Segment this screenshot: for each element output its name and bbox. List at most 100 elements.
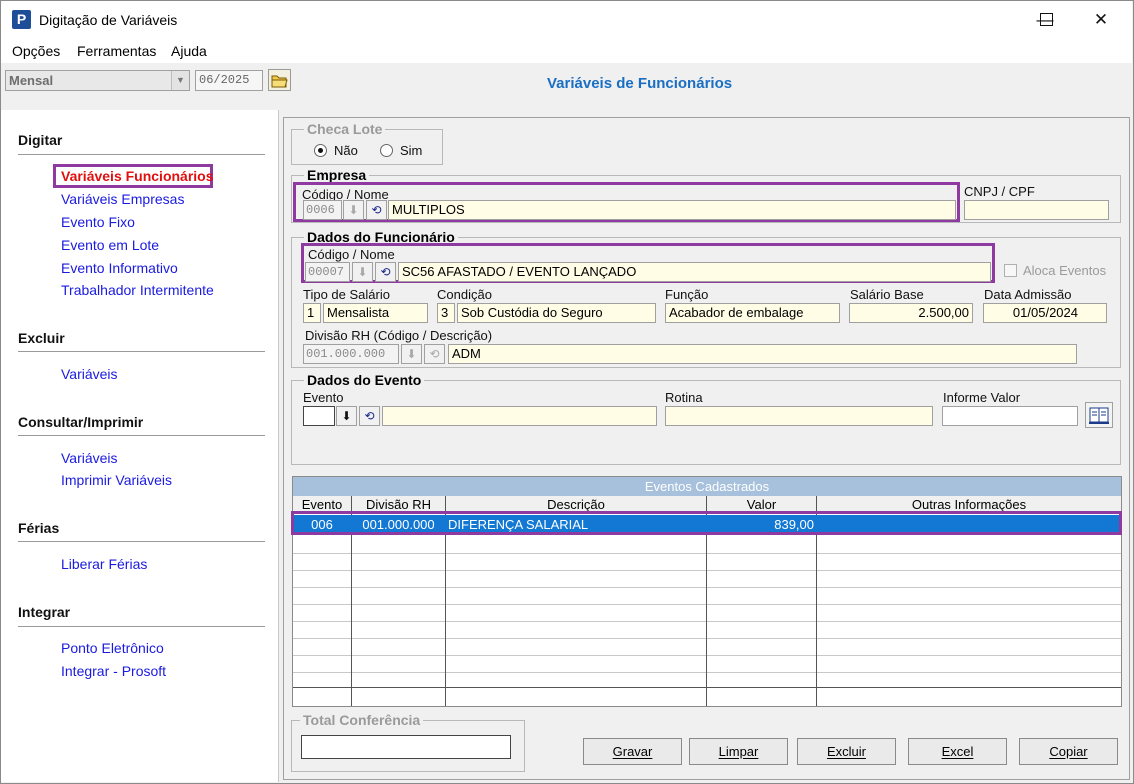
grid-row-line (293, 672, 1121, 673)
evento-desc-field[interactable] (382, 406, 657, 426)
funcao-label: Função (665, 287, 709, 302)
highlight-frame (291, 511, 1122, 535)
aloca-eventos-label: Aloca Eventos (1023, 263, 1107, 278)
sidebar-heading-digitar: Digitar (18, 132, 63, 148)
funcionario-name-field[interactable]: SC56 AFASTADO / EVENTO LANÇADO (398, 262, 991, 282)
sidebar-item-trabalhador-intermitente[interactable]: Trabalhador Intermitente (61, 282, 214, 298)
total-legend: Total Conferência (300, 712, 424, 728)
empresa-legend: Empresa (304, 167, 370, 183)
grid-row-line (293, 621, 1121, 622)
undo-icon[interactable]: ⟲ (424, 344, 445, 364)
sidebar-heading-excluir: Excluir (18, 330, 65, 346)
condicao-code[interactable]: 3 (437, 303, 455, 323)
download-icon[interactable]: ⬇ (343, 200, 364, 220)
download-icon[interactable]: ⬇ (401, 344, 422, 364)
grid-row-line (293, 587, 1121, 588)
divisao-label: Divisão RH (Código / Descrição) (305, 328, 493, 343)
chevron-down-icon[interactable]: ▼ (171, 71, 189, 90)
sidebar-item-evento-informativo[interactable]: Evento Informativo (61, 260, 178, 276)
menu-opcoes[interactable]: Opções (12, 43, 60, 59)
period-type-value: Mensal (9, 73, 54, 88)
radio-selected-dot (318, 148, 323, 153)
period-type-select[interactable]: Mensal ▼ (5, 70, 190, 91)
data-admissao-field[interactable]: 01/05/2024 (983, 303, 1107, 323)
cnpj-label: CNPJ / CPF (964, 184, 1035, 199)
grid-row-line (293, 570, 1121, 571)
evento-label: Evento (303, 390, 344, 405)
excel-button[interactable]: Excel (908, 738, 1007, 765)
informe-valor-input[interactable] (942, 406, 1078, 426)
grid-row-line (293, 553, 1121, 554)
sidebar-heading-consultar: Consultar/Imprimir (18, 414, 144, 430)
funcao-field[interactable]: Acabador de embalage (665, 303, 840, 323)
radio-nao-label: Não (334, 143, 358, 158)
undo-icon[interactable]: ⟲ (359, 406, 380, 426)
book-icon (1089, 407, 1109, 424)
open-book-button[interactable] (1085, 402, 1113, 428)
sidebar-item-liberar-ferias[interactable]: Liberar Férias (61, 556, 147, 572)
condicao-label: Condição (437, 287, 492, 302)
download-icon[interactable]: ⬇ (336, 406, 357, 426)
condicao-field[interactable]: Sob Custódia do Seguro (457, 303, 656, 323)
radio-sim-label: Sim (400, 143, 423, 158)
evento-code-input[interactable] (303, 406, 335, 426)
gravar-button[interactable]: Gravar (583, 738, 682, 765)
rotina-label: Rotina (665, 390, 703, 405)
divider (18, 435, 265, 436)
sidebar-item-variaveis-funcionarios[interactable]: Variáveis Funcionários (61, 168, 214, 184)
grid-col-line (706, 514, 707, 706)
cnpj-field[interactable] (964, 200, 1109, 220)
empresa-code-input[interactable]: 0006 (303, 200, 342, 220)
grid-row-line (293, 604, 1121, 605)
sidebar-item-variaveis-empresas[interactable]: Variáveis Empresas (61, 191, 184, 207)
tipo-salario-code[interactable]: 1 (303, 303, 321, 323)
menu-ajuda[interactable]: Ajuda (171, 43, 207, 59)
excluir-button[interactable]: Excluir (797, 738, 896, 765)
salario-base-field[interactable]: 2.500,00 (849, 303, 973, 323)
maximize-button[interactable] (1040, 13, 1053, 26)
divisao-field[interactable]: ADM (448, 344, 1077, 364)
divider (18, 351, 265, 352)
copiar-button[interactable]: Copiar (1019, 738, 1118, 765)
radio-nao[interactable] (314, 144, 327, 157)
sidebar-item-imprimir-variaveis[interactable]: Imprimir Variáveis (61, 472, 172, 488)
grid-row-line (293, 655, 1121, 656)
informe-valor-label: Informe Valor (943, 390, 1021, 405)
period-input[interactable]: 06/2025 (195, 70, 263, 91)
evento-legend: Dados do Evento (304, 372, 425, 388)
sidebar-item-evento-em-lote[interactable]: Evento em Lote (61, 237, 159, 253)
grid-row-line (293, 687, 1121, 688)
sidebar-item-excluir-variaveis[interactable]: Variáveis (61, 366, 118, 382)
sidebar-item-ponto-eletronico[interactable]: Ponto Eletrônico (61, 640, 164, 656)
sidebar-item-evento-fixo[interactable]: Evento Fixo (61, 214, 135, 230)
undo-icon[interactable]: ⟲ (366, 200, 387, 220)
divider (18, 541, 265, 542)
data-admissao-label: Data Admissão (984, 287, 1072, 302)
tipo-salario-field[interactable]: Mensalista (323, 303, 428, 323)
divisao-code-input[interactable]: 001.000.000 (303, 344, 399, 364)
folder-icon (271, 75, 288, 88)
rotina-field[interactable] (665, 406, 933, 426)
sidebar-heading-integrar: Integrar (18, 604, 71, 620)
window-title: Digitação de Variáveis (39, 12, 178, 28)
sidebar (1, 110, 279, 782)
funcionario-code-input[interactable]: 00007 (305, 262, 350, 282)
grid-col-line (445, 514, 446, 706)
sidebar-item-consultar-variaveis[interactable]: Variáveis (61, 450, 118, 466)
menu-ferramentas[interactable]: Ferramentas (77, 43, 156, 59)
page-title: Variáveis de Funcionários (547, 75, 733, 92)
open-folder-button[interactable] (268, 69, 291, 91)
radio-sim[interactable] (380, 144, 393, 157)
checa-lote-legend: Checa Lote (304, 121, 386, 137)
salario-base-label: Salário Base (850, 287, 924, 302)
funcionario-code-label: Código / Nome (308, 247, 395, 262)
grid-caption: Eventos Cadastrados (293, 477, 1121, 496)
limpar-button[interactable]: Limpar (689, 738, 788, 765)
close-icon[interactable]: ✕ (1078, 1, 1124, 39)
empresa-name-field[interactable]: MULTIPLOS (388, 200, 956, 220)
aloca-eventos-checkbox[interactable] (1004, 264, 1017, 277)
download-icon[interactable]: ⬇ (352, 262, 373, 282)
sidebar-item-integrar-prosoft[interactable]: Integrar - Prosoft (61, 663, 166, 679)
divider (18, 154, 265, 155)
undo-icon[interactable]: ⟲ (375, 262, 396, 282)
